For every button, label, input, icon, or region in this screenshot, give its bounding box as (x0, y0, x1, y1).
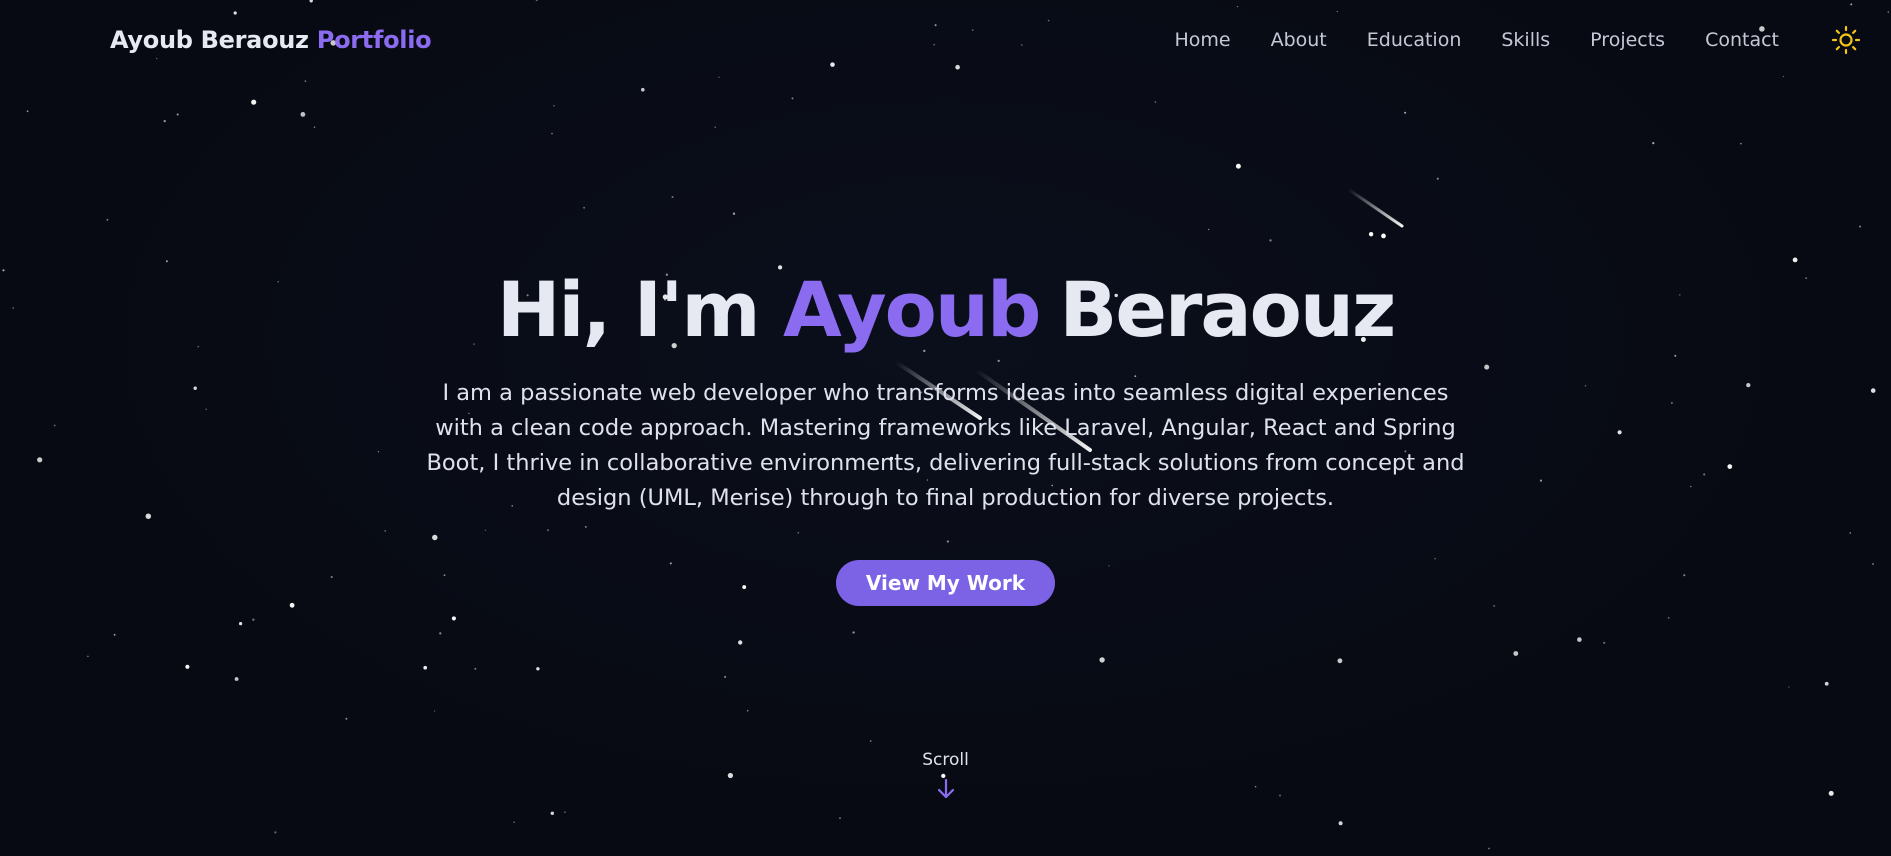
star (176, 113, 179, 116)
hero-first-name: Ayoub (783, 265, 1041, 354)
scroll-label: Scroll (922, 750, 969, 770)
scroll-indicator[interactable]: Scroll (0, 750, 1891, 800)
star (1436, 177, 1439, 180)
star (304, 80, 307, 82)
star (1269, 239, 1272, 242)
star (1488, 847, 1490, 850)
hero-section: Hi, I'm Ayoub Beraouz I am a passionate w… (0, 260, 1891, 606)
star (791, 97, 794, 100)
star (551, 132, 553, 135)
arrow-down-icon (937, 778, 954, 799)
star (732, 212, 736, 215)
star (451, 616, 456, 621)
hero-page: Ayoub Beraouz Portfolio Home About Educa… (0, 0, 1891, 856)
star (300, 112, 306, 117)
star (671, 196, 674, 199)
nav-link-projects[interactable]: Projects (1590, 29, 1665, 51)
star (87, 655, 89, 658)
star (423, 665, 428, 670)
star (274, 831, 277, 834)
star (251, 99, 257, 105)
brand-logo[interactable]: Ayoub Beraouz Portfolio (110, 26, 432, 54)
star (313, 126, 316, 128)
star (1235, 163, 1241, 169)
brand-name: Ayoub Beraouz (110, 26, 309, 54)
star (474, 667, 477, 670)
star (1337, 658, 1343, 664)
star (106, 218, 109, 221)
star (724, 675, 727, 678)
star (163, 119, 166, 123)
hero-description: I am a passionate web developer who tran… (426, 380, 1465, 511)
star (640, 87, 645, 92)
star (839, 817, 841, 819)
nav-right: Home About Education Skills Projects Con… (1174, 23, 1863, 57)
star (1154, 101, 1157, 103)
star (1513, 651, 1519, 656)
star (564, 811, 566, 813)
shooting-star (1346, 187, 1404, 228)
star (234, 677, 239, 681)
top-navigation: Ayoub Beraouz Portfolio Home About Educa… (0, 0, 1891, 80)
star (252, 618, 255, 621)
nav-link-contact[interactable]: Contact (1705, 29, 1779, 51)
brand-accent: Portfolio (316, 26, 432, 54)
star (1859, 225, 1862, 228)
star (1652, 142, 1655, 145)
star (1404, 111, 1407, 114)
nav-link-home[interactable]: Home (1174, 29, 1230, 51)
star (1788, 686, 1790, 688)
star (1368, 232, 1374, 237)
star (1667, 617, 1670, 619)
star (1603, 641, 1606, 645)
sun-icon (1831, 25, 1861, 55)
star (513, 821, 515, 823)
star (1338, 821, 1343, 826)
star (1739, 142, 1742, 145)
star (714, 126, 716, 129)
star (738, 640, 743, 645)
star (113, 633, 116, 636)
star (1208, 228, 1210, 231)
star (439, 632, 442, 635)
star (26, 110, 29, 113)
hero-title: Hi, I'm Ayoub Beraouz (0, 260, 1891, 360)
theme-toggle-button[interactable] (1829, 23, 1863, 57)
hero-greeting: Hi, I'm (496, 265, 761, 354)
nav-link-skills[interactable]: Skills (1501, 29, 1550, 51)
star (1577, 637, 1582, 642)
star (185, 664, 190, 669)
star (345, 717, 348, 720)
hero-last-name: Beraouz (1059, 265, 1396, 354)
star (583, 206, 586, 209)
star (852, 631, 855, 634)
view-my-work-button[interactable]: View My Work (835, 560, 1056, 606)
star (433, 710, 436, 712)
star (1381, 233, 1386, 239)
star (550, 811, 555, 816)
nav-links: Home About Education Skills Projects Con… (1174, 29, 1779, 51)
star (746, 709, 749, 712)
star (238, 621, 243, 626)
star (1824, 681, 1829, 686)
nav-link-about[interactable]: About (1271, 29, 1327, 51)
star (536, 667, 540, 671)
nav-link-education[interactable]: Education (1367, 29, 1462, 51)
star (869, 740, 872, 742)
star (553, 105, 555, 107)
star (1099, 657, 1105, 663)
